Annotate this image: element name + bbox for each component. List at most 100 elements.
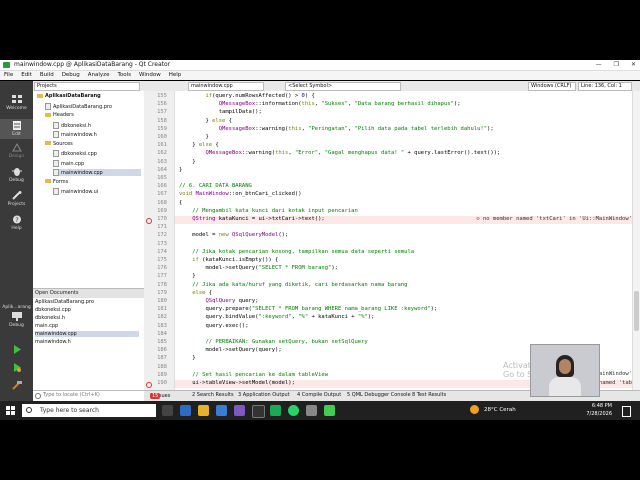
menu-window[interactable]: Window: [135, 71, 165, 80]
mode-help[interactable]: ? Help: [0, 215, 33, 231]
code-line[interactable]: } else {: [179, 118, 232, 124]
run-button[interactable]: [0, 345, 33, 356]
store-icon[interactable]: [216, 405, 227, 416]
tree-item-project[interactable]: AplikasiDataBarang: [37, 93, 101, 99]
code-line[interactable]: {: [179, 200, 182, 206]
output-tab-tests[interactable]: 8 Test Results: [412, 392, 446, 398]
open-document-item[interactable]: dbkoneksi.h: [35, 315, 139, 321]
menu-edit[interactable]: Edit: [17, 71, 36, 80]
menu-build[interactable]: Build: [36, 71, 58, 80]
code-line[interactable]: QMessageBox::information(this, "Sukses",…: [179, 101, 461, 107]
output-tab-qml[interactable]: 5 QML Debugger Console: [347, 392, 411, 398]
tree-item-file[interactable]: mainwindow.ui: [53, 188, 98, 195]
code-line[interactable]: // Mengambil kata kunci dari kotak input…: [179, 208, 358, 214]
qt-creator-icon[interactable]: [324, 405, 335, 416]
code-line[interactable]: QMessageBox::warning(this, "Peringatan",…: [179, 126, 494, 132]
mode-welcome[interactable]: Welcome: [0, 95, 33, 111]
open-document-item[interactable]: mainwindow.cpp: [35, 331, 139, 337]
open-document-item[interactable]: mainwindow.h: [35, 339, 139, 345]
chrome-icon[interactable]: [252, 405, 265, 418]
task-view-icon[interactable]: [162, 405, 173, 416]
notification-icon[interactable]: [622, 406, 631, 417]
code-line[interactable]: QSqlQuery query;: [179, 298, 259, 304]
code-line[interactable]: }: [179, 273, 195, 279]
editor-scrollbar[interactable]: [632, 91, 640, 390]
database-icon[interactable]: [306, 405, 317, 416]
file-explorer-icon[interactable]: [198, 405, 209, 416]
file-select[interactable]: mainwindow.cpp: [188, 82, 264, 91]
output-tab-app-output[interactable]: 3 Application Output: [238, 392, 290, 398]
menu-debug[interactable]: Debug: [58, 71, 84, 80]
locator-box[interactable]: Type to locate (Ctrl+K): [33, 390, 144, 401]
code-line[interactable]: void MainWindow::on_btnCari_clicked(): [179, 191, 302, 197]
whatsapp-icon[interactable]: [288, 405, 299, 416]
mode-debug[interactable]: Debug: [0, 167, 33, 183]
code-line[interactable]: query.exec();: [179, 323, 248, 329]
maximize-button[interactable]: ❐: [614, 61, 619, 68]
menu-tools[interactable]: Tools: [113, 71, 135, 80]
code-line[interactable]: tampilData();: [179, 109, 262, 115]
code-line[interactable]: model = new QSqlQueryModel();: [179, 232, 288, 238]
line-ending-select[interactable]: Windows (CRLF): [528, 82, 576, 91]
output-tab-search[interactable]: 2 Search Results: [192, 392, 234, 398]
tree-item-file[interactable]: main.cpp: [53, 159, 84, 167]
tree-item-folder[interactable]: Sources: [45, 141, 73, 147]
menu-file[interactable]: File: [0, 71, 17, 80]
tree-item-file[interactable]: AplikasiDataBarang.pro: [45, 102, 112, 110]
mode-design[interactable]: Design: [0, 143, 33, 159]
scrollbar-thumb[interactable]: [634, 291, 639, 331]
code-line[interactable]: query.prepare("SELECT * FROM barang WHER…: [179, 306, 437, 312]
menu-analyze[interactable]: Analyze: [84, 71, 114, 80]
open-document-item[interactable]: main.cpp: [35, 323, 139, 329]
tree-item-file[interactable]: mainwindow.h: [53, 131, 97, 138]
output-tab-compile[interactable]: 4 Compile Output: [297, 392, 341, 398]
code-line[interactable]: else {: [179, 290, 212, 296]
code-line[interactable]: if (kataKunci.isEmpty()) {: [179, 257, 278, 263]
code-line[interactable]: }: [179, 355, 195, 361]
debug-run-icon: [13, 363, 21, 372]
symbol-select[interactable]: <Select Symbol>: [285, 82, 401, 91]
tree-item-file[interactable]: dbkoneksi.h: [53, 121, 91, 129]
open-document-item[interactable]: dbkoneksi.cpp: [35, 307, 139, 313]
code-line[interactable]: }: [179, 159, 195, 165]
close-button[interactable]: ✕: [631, 61, 636, 68]
code-line[interactable]: query.bindValue(":keyword", "%" + kataKu…: [179, 314, 374, 320]
code-line[interactable]: }: [179, 167, 182, 173]
error-marker-icon[interactable]: [146, 381, 152, 388]
mode-edit[interactable]: Edit: [0, 119, 33, 139]
code-line[interactable]: // 6. CARI DATA BARANG: [179, 183, 252, 189]
code-line[interactable]: if(query.numRowsAffected() > 0) {: [179, 93, 315, 99]
error-marker-icon[interactable]: [146, 217, 152, 224]
code-line[interactable]: }: [179, 134, 208, 140]
spotify-icon[interactable]: [270, 405, 281, 416]
code-line[interactable]: ui->tableView->setModel(model);: [179, 380, 295, 386]
debug-run-button[interactable]: [0, 363, 33, 374]
edge-icon[interactable]: [180, 405, 191, 416]
code-line[interactable]: model->setQuery("SELECT * FROM barang");: [179, 265, 337, 271]
kit-selector[interactable]: Aplik...arang Debug: [0, 305, 33, 328]
clock-time[interactable]: 6:48 PM: [582, 403, 612, 409]
code-line[interactable]: } else {: [179, 142, 219, 148]
app-icon[interactable]: [234, 405, 245, 416]
clock-date[interactable]: 7/28/2026: [582, 411, 612, 417]
windows-start-icon[interactable]: [6, 406, 15, 415]
code-line[interactable]: // Jika kotak pencarian kosong, tampilka…: [179, 249, 414, 255]
tree-item-file[interactable]: mainwindow.cpp: [53, 169, 141, 176]
code-line[interactable]: // Set hasil pencarian ke dalam tableVie…: [179, 372, 328, 378]
tree-item-folder[interactable]: Headers: [45, 112, 74, 118]
tree-item-file[interactable]: dbkoneksi.cpp: [53, 150, 97, 157]
code-line[interactable]: QMessageBox::warning(this, "Error", "Gag…: [179, 150, 501, 156]
mode-projects[interactable]: Projects: [0, 191, 33, 207]
cursor-position[interactable]: Line: 136, Col: 1: [578, 82, 632, 91]
minimize-button[interactable]: —: [596, 61, 602, 68]
tree-item-folder[interactable]: Forms: [45, 179, 68, 185]
code-line[interactable]: QString kataKunci = ui->txtCari->text();: [179, 216, 324, 222]
code-line[interactable]: // Jika ada kata/huruf yang diketik, car…: [179, 282, 407, 288]
code-line[interactable]: // PERBAIKAN: Gunakan setQuery, bukan se…: [179, 339, 367, 345]
build-button[interactable]: [0, 381, 33, 392]
open-document-item[interactable]: AplikasiDataBarang.pro: [35, 299, 139, 305]
menu-help[interactable]: Help: [165, 71, 186, 80]
taskbar-search[interactable]: Type here to search: [22, 404, 156, 417]
projects-select[interactable]: Projects: [34, 82, 140, 91]
code-line[interactable]: model->setQuery(query);: [179, 347, 281, 353]
